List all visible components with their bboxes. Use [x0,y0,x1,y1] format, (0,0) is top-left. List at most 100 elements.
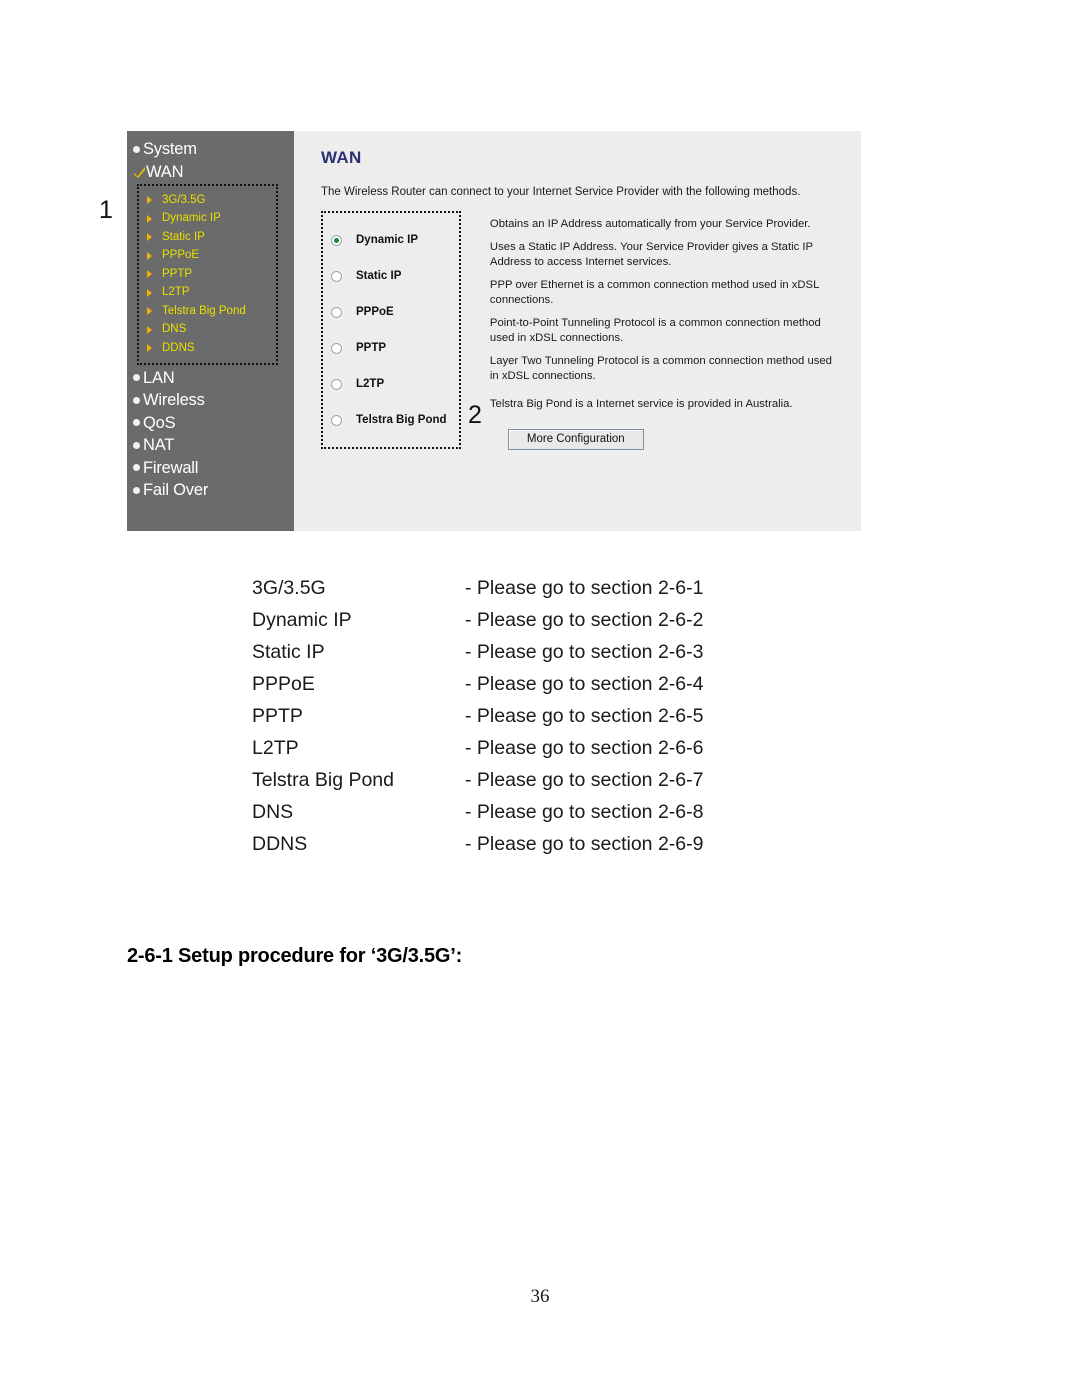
sidebar-item-label: Wireless [143,391,205,409]
callout-marker-2: 2 [468,401,482,429]
radio-icon[interactable] [331,306,342,318]
reference-name: DDNS [252,833,308,855]
radio-icon[interactable] [331,270,342,282]
arrow-right-icon [147,233,157,242]
arrow-right-icon [147,196,157,205]
reference-target: - Please go to section 2-6-2 [465,609,704,631]
sidebar-subitem-dns[interactable]: DNS [139,321,276,340]
sidebar-subitem-label: Telstra Big Pond [162,304,246,317]
sidebar-item-firewall[interactable]: Firewall [127,457,294,480]
sidebar-subitem-pptp[interactable]: PPTP [139,265,276,284]
section-reference-list: 3G/3.5G - Please go to section 2-6-1 Dyn… [252,572,812,860]
bullet-icon [133,145,140,153]
reference-target: - Please go to section 2-6-6 [465,737,704,759]
sidebar-subitem-label: PPPoE [162,249,200,261]
bullet-icon [133,486,140,494]
method-description: Telstra Big Pond is a Internet service i… [489,398,793,411]
radio-label: Static IP [356,270,402,282]
sidebar-subitem-label: PPTP [162,267,193,280]
sidebar-subitem-telstra-big-pond[interactable]: Telstra Big Pond [139,302,276,321]
arrow-right-icon [147,325,157,334]
method-description: Uses a Static IP Address. Your Service P… [489,241,813,268]
reference-name: 3G/3.5G [252,577,326,599]
check-icon [133,166,146,179]
more-configuration-button[interactable]: More Configuration [507,428,644,450]
sidebar-subitem-pppoe[interactable]: PPPoE [139,247,276,266]
arrow-right-icon [147,344,157,353]
radio-option-pppoe[interactable]: PPPoE [323,294,459,330]
method-description: PPP over Ethernet is a common connection… [489,279,819,306]
list-item: PPTP - Please go to section 2-6-5 [252,700,812,732]
list-item: Dynamic IP - Please go to section 2-6-2 [252,604,812,636]
radio-icon[interactable] [331,414,342,426]
radio-label: L2TP [356,378,385,390]
arrow-right-icon [147,288,157,297]
list-item: Static IP - Please go to section 2-6-3 [252,636,812,668]
list-item: Telstra Big Pond - Please go to section … [252,764,812,796]
arrow-right-icon [147,270,157,279]
wan-method-radio-group: Dynamic IP Static IP PPPoE PPTP L2TP Tel… [321,211,461,449]
sidebar-subitem-label: 3G/3.5G [162,193,206,206]
list-item: DNS - Please go to section 2-6-8 [252,796,812,828]
reference-target: - Please go to section 2-6-3 [465,641,704,663]
sidebar-subitem-ddns[interactable]: DDNS [139,339,276,358]
sidebar-subitem-label: L2TP [162,286,190,298]
sidebar-item-label: Firewall [143,458,199,477]
wan-settings-panel: WAN The Wireless Router can connect to y… [294,131,861,531]
sidebar-subitem-3g35g[interactable]: 3G/3.5G [139,191,276,210]
page-number: 36 [530,1286,550,1307]
radio-label: PPTP [356,342,387,354]
sidebar-subitem-label: DNS [162,323,187,335]
sidebar-item-wan[interactable]: WAN [127,161,294,184]
sidebar-item-fail-over[interactable]: Fail Over [127,479,294,502]
bullet-icon [133,419,140,427]
method-description: Layer Two Tunneling Protocol is a common… [489,355,832,382]
reference-target: - Please go to section 2-6-1 [465,577,704,599]
section-heading: 2-6-1 Setup procedure for ‘3G/3.5G’: [127,945,463,967]
sidebar-item-label: Fail Over [143,481,209,499]
reference-target: - Please go to section 2-6-9 [465,833,704,855]
method-description: Point-to-Point Tunneling Protocol is a c… [489,317,821,344]
sidebar-subitem-label: Static IP [162,230,205,243]
reference-target: - Please go to section 2-6-4 [465,673,704,695]
reference-name: L2TP [252,737,299,759]
wan-method-descriptions: Obtains an IP Address automatically from… [490,211,840,450]
sidebar-item-nat[interactable]: NAT [127,434,294,457]
radio-label: Telstra Big Pond [356,414,447,426]
sidebar-item-wireless[interactable]: Wireless [127,389,294,412]
sidebar-item-system[interactable]: System [127,138,294,161]
radio-icon[interactable] [331,342,342,354]
radio-icon-selected[interactable] [331,234,342,246]
reference-target: - Please go to section 2-6-8 [465,801,704,823]
radio-option-static-ip[interactable]: Static IP [323,258,459,294]
sidebar-subitem-l2tp[interactable]: L2TP [139,284,276,303]
sidebar-item-label: NAT [143,436,175,454]
reference-name: Static IP [252,641,325,663]
reference-target: - Please go to section 2-6-7 [465,769,704,791]
radio-label: Dynamic IP [356,234,418,246]
sidebar-item-lan[interactable]: LAN [127,367,294,390]
page-title: WAN [321,148,362,167]
radio-option-telstra-big-pond[interactable]: Telstra Big Pond [323,402,459,438]
sidebar-item-label: System [143,140,197,158]
method-description: Obtains an IP Address automatically from… [489,218,811,230]
radio-option-l2tp[interactable]: L2TP [323,366,459,402]
reference-name: PPPoE [252,673,315,695]
bullet-icon [133,374,140,382]
bullet-icon [133,441,140,449]
sidebar-subitem-label: Dynamic IP [162,212,221,224]
bullet-icon [133,396,140,404]
radio-icon[interactable] [331,378,342,390]
bullet-icon [133,464,140,472]
radio-label: PPPoE [356,306,394,318]
sidebar-subitem-static-ip[interactable]: Static IP [139,228,276,247]
sidebar-item-qos[interactable]: QoS [127,412,294,435]
sidebar-subitem-dynamic-ip[interactable]: Dynamic IP [139,210,276,229]
sidebar-item-label: LAN [143,368,175,387]
radio-option-dynamic-ip[interactable]: Dynamic IP [323,222,459,258]
radio-option-pptp[interactable]: PPTP [323,330,459,366]
list-item: L2TP - Please go to section 2-6-6 [252,732,812,764]
sidebar-item-label: QoS [143,413,176,432]
reference-name: PPTP [252,705,303,727]
list-item: PPPoE - Please go to section 2-6-4 [252,668,812,700]
